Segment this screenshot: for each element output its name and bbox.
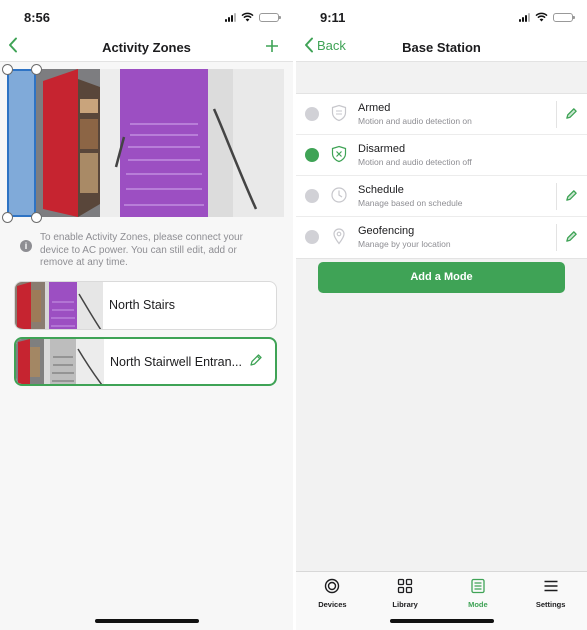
mode-label: Disarmed [358,143,406,155]
camera-snapshot [8,69,284,217]
zone-thumbnail [16,339,104,384]
wifi-icon [241,12,254,22]
menu-icon [544,580,558,592]
page-title: Activity Zones [102,40,191,55]
status-time: 8:56 [24,10,51,25]
edit-zone-button[interactable] [249,353,263,372]
pencil-icon [566,231,577,242]
home-indicator [389,619,494,623]
zone-resize-handle[interactable] [31,64,42,75]
edit-mode-button[interactable] [565,107,578,125]
location-pin-icon [333,228,345,245]
battery-icon [553,12,575,22]
status-time: 9:11 [320,10,346,25]
tab-label: Settings [535,600,566,609]
row-separator [556,183,557,210]
tab-settings[interactable]: Settings [514,572,587,630]
shield-x-icon [331,145,347,163]
pencil-icon [566,108,577,119]
mode-label: Geofencing [358,225,415,237]
row-separator [556,224,557,251]
zone-resize-handle[interactable] [2,212,13,223]
mode-radio-selected[interactable] [305,148,319,162]
camera-preview[interactable] [8,69,284,217]
mode-row-armed[interactable]: Armed Motion and audio detection on [296,94,587,135]
clock-icon [331,187,347,203]
mode-radio[interactable] [305,107,319,121]
add-zone-button[interactable] [265,35,279,57]
status-bar: 8:56 [0,0,293,32]
shield-icon [331,104,347,122]
tab-devices[interactable]: Devices [296,572,369,630]
mode-row-schedule[interactable]: Schedule Manage based on schedule [296,176,587,217]
activity-zones-screen: 8:56 Activity Zones i To enable Activity… [0,0,293,630]
mode-label: Armed [358,102,391,114]
zone-resize-handle[interactable] [31,212,42,223]
plus-icon [266,40,278,52]
mode-radio[interactable] [305,230,319,244]
edit-mode-button[interactable] [565,189,578,207]
cellular-signal-icon [225,12,236,22]
page-title: Base Station [402,40,481,55]
home-indicator [94,619,199,623]
notice-text: To enable Activity Zones, please connect… [40,232,243,268]
status-bar: 9:11 [296,0,587,32]
cellular-signal-icon [519,12,530,22]
nav-bar: Activity Zones [0,32,293,62]
wifi-icon [535,12,548,22]
tab-label: Library [392,600,418,609]
base-station-screen: 9:11 Back Base Station Armed Motion and … [296,0,587,630]
mode-description: Motion and audio detection on [358,116,472,126]
library-grid-icon [397,578,413,594]
activity-zone-overlay[interactable] [7,69,36,217]
mode-radio[interactable] [305,189,319,203]
status-icons [225,12,281,22]
add-mode-button[interactable]: Add a Mode [318,262,565,293]
nav-bar: Back Base Station [296,32,587,62]
mode-label: Schedule [358,184,404,196]
ac-power-notice: i To enable Activity Zones, please conne… [20,232,268,270]
mode-icon [471,578,485,594]
zone-name: North Stairwell Entran... [110,355,242,369]
status-icons [519,12,575,22]
tab-label: Mode [468,600,488,609]
pencil-icon [566,190,577,201]
zone-resize-handle[interactable] [2,64,13,75]
zone-list-item[interactable]: North Stairwell Entran... [14,337,277,386]
row-separator [556,101,557,128]
mode-row-geofencing[interactable]: Geofencing Manage by your location [296,217,587,258]
battery-icon [259,12,281,22]
mode-description: Manage by your location [358,239,451,249]
devices-icon [325,578,340,594]
zone-list-item[interactable]: North Stairs [14,281,277,330]
mode-list: Armed Motion and audio detection on Disa… [296,93,587,259]
tab-label: Devices [318,600,347,609]
info-icon: i [20,240,32,252]
zone-name: North Stairs [109,298,175,312]
pencil-icon [250,354,262,366]
mode-row-disarmed[interactable]: Disarmed Motion and audio detection off [296,135,587,176]
edit-mode-button[interactable] [565,230,578,248]
mode-description: Manage based on schedule [358,198,463,208]
mode-description: Motion and audio detection off [358,157,472,167]
zone-thumbnail [15,282,103,329]
